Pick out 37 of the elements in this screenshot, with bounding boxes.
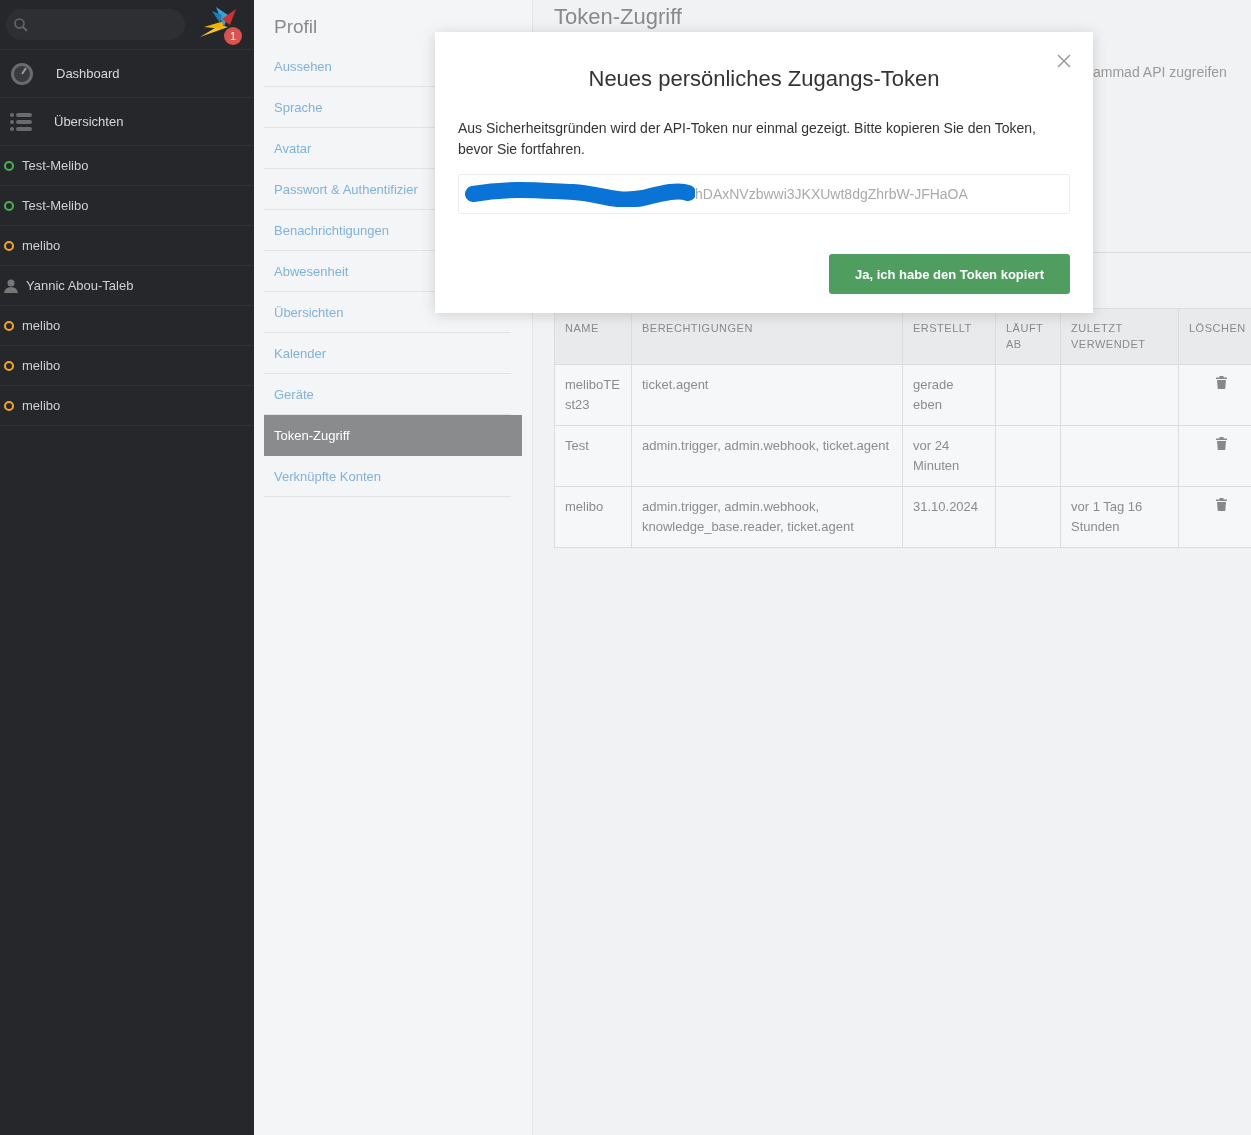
close-button[interactable] [1055, 52, 1073, 70]
nav-item[interactable]: Dashboard [0, 50, 254, 98]
notification-badge: 1 [224, 26, 242, 45]
dialog-title: Neues persönliches Zugangs-Token [587, 66, 941, 92]
dashboard-icon [10, 61, 34, 86]
trash-icon [1216, 376, 1227, 389]
list-icon [10, 112, 32, 131]
table-cell: vor 1 Tag 16 Stunden [1060, 486, 1179, 548]
trash-icon [1216, 437, 1227, 450]
profile-nav-item[interactable]: Verknüpfte Konten [264, 456, 511, 497]
page-description: ammad API zugreifen [1093, 64, 1227, 80]
profile-nav-item[interactable]: Kalender [264, 333, 511, 374]
table-cell: gerade eben [902, 364, 996, 426]
delete-button[interactable] [1216, 437, 1227, 453]
delete-button[interactable] [1216, 376, 1227, 392]
search-icon [14, 17, 28, 32]
nav-item[interactable]: Übersichten [0, 98, 254, 146]
table-cell: admin.trigger, admin.webhook, ticket.agent [631, 425, 903, 487]
trash-icon [1216, 498, 1227, 511]
table-cell: Test [554, 425, 632, 487]
search-field[interactable] [6, 9, 185, 40]
close-icon [1057, 54, 1071, 68]
table-cell: 31.10.2024 [902, 486, 996, 548]
table-cell: meliboTEst23 [554, 364, 632, 426]
page-title: Token-Zugriff [554, 4, 682, 31]
table-cell: vor 24 Minuten [902, 425, 996, 487]
profile-nav-item[interactable]: Token-Zugriff [264, 415, 522, 456]
delete-button[interactable] [1216, 498, 1227, 514]
table-cell: admin.trigger, admin.webhook, knowledge_base.reader, ticket.agent [631, 486, 903, 548]
table-cell: ticket.agent [631, 364, 903, 426]
column-header: LÖSCHEN [1178, 308, 1251, 365]
column-header: ZULETZT VERWENDET [1060, 308, 1179, 365]
overview-item[interactable]: Yannic Abou-Taleb [0, 266, 254, 306]
user-icon [4, 278, 18, 293]
table-cell: melibo [554, 486, 632, 548]
confirm-button[interactable]: Ja, ich habe den Token kopiert [829, 254, 1070, 294]
section-title: Profil [273, 16, 319, 38]
